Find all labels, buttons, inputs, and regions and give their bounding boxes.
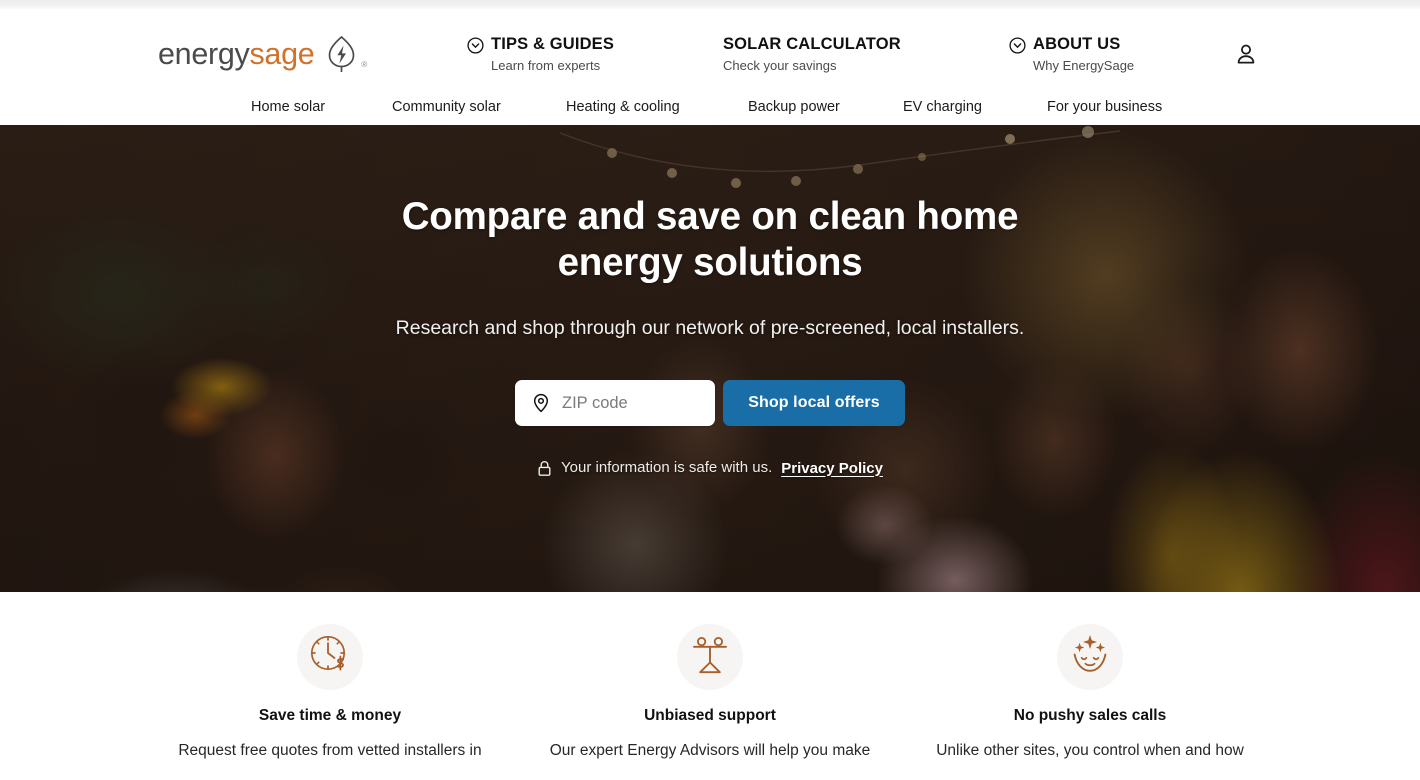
benefit-title: Save time & money: [258, 707, 402, 724]
hero-section: Compare and save on clean home energy so…: [0, 125, 1420, 592]
benefit-card-unbiased-support: Unbiased support Our expert Energy Advis…: [520, 592, 900, 780]
benefit-body: Our expert Energy Advisors will help you…: [549, 742, 871, 759]
map-pin-icon: [531, 393, 551, 413]
subnav-item-community-solar[interactable]: Community solar: [392, 98, 501, 116]
shop-local-offers-button[interactable]: Shop local offers: [723, 380, 905, 426]
page-top-edge: [0, 0, 1420, 9]
user-icon: [1234, 44, 1258, 70]
subnav-item-heating-and-cooling[interactable]: Heating & cooling: [566, 98, 680, 116]
clock-dollar-icon: [306, 631, 354, 684]
nav-item-about-us[interactable]: ABOUT US Why EnergySage: [1009, 35, 1134, 74]
subnav-item-ev-charging[interactable]: EV charging: [903, 98, 982, 116]
privacy-policy-link[interactable]: Privacy Policy: [781, 460, 883, 477]
balance-scale-icon: [686, 631, 734, 684]
hero-headline: Compare and save on clean home energy so…: [401, 195, 1019, 284]
subnav-item-home-solar[interactable]: Home solar: [251, 98, 325, 116]
nav-item-title: TIPS & GUIDES: [491, 35, 614, 53]
benefit-title: No pushy sales calls: [1013, 707, 1167, 724]
secondary-nav: Home solar Community solar Heating & coo…: [0, 88, 1420, 125]
zip-code-input[interactable]: [562, 380, 707, 426]
subnav-item-backup-power[interactable]: Backup power: [748, 98, 840, 116]
nav-item-tips-and-guides[interactable]: TIPS & GUIDES Learn from experts: [467, 35, 614, 74]
zip-search-form: Shop local offers: [515, 380, 905, 426]
benefit-icon-wrapper: [297, 624, 363, 690]
hero-subheadline: Research and shop through our network of…: [395, 317, 1025, 339]
primary-nav: TIPS & GUIDES Learn from experts SOLAR C…: [0, 9, 1420, 97]
benefit-card-no-pushy-sales-calls: No pushy sales calls Unlike other sites,…: [900, 592, 1280, 780]
lock-icon: [537, 460, 552, 477]
site-header: energy sage ® TIPS & GUIDES Learn from e…: [0, 9, 1420, 88]
chevron-down-circle-icon: [1009, 37, 1026, 54]
nav-item-subtitle: Learn from experts: [491, 58, 601, 73]
benefit-icon-wrapper: [677, 624, 743, 690]
page-root: energy sage ® TIPS & GUIDES Learn from e…: [0, 0, 1420, 780]
benefit-card-save-time-and-money: Save time & money Request free quotes fr…: [140, 592, 520, 780]
benefit-body: Unlike other sites, you control when and…: [936, 742, 1244, 759]
chevron-down-circle-icon: [467, 37, 484, 54]
nav-item-subtitle: Check your savings: [723, 58, 837, 73]
benefit-body: Request free quotes from vetted installe…: [178, 742, 482, 759]
hero-content: Compare and save on clean home energy so…: [0, 125, 1420, 592]
nav-item-solar-calculator[interactable]: SOLAR CALCULATOR Check your savings: [723, 35, 901, 74]
privacy-assurance-row: Your information is safe with us. Privac…: [537, 458, 883, 478]
subnav-item-for-your-business[interactable]: For your business: [1047, 98, 1162, 116]
nav-item-title: ABOUT US: [1033, 35, 1121, 53]
nav-item-title: SOLAR CALCULATOR: [723, 35, 901, 53]
zip-input-wrapper[interactable]: [515, 380, 715, 426]
benefit-title: Unbiased support: [644, 707, 776, 724]
account-button[interactable]: [1234, 42, 1258, 66]
benefit-icon-wrapper: [1057, 624, 1123, 690]
benefits-section: Save time & money Request free quotes fr…: [0, 592, 1420, 780]
nav-item-subtitle: Why EnergySage: [1033, 58, 1135, 73]
privacy-assurance-text: Your information is safe with us.: [561, 459, 773, 476]
calm-face-sparkles-icon: [1066, 631, 1114, 684]
